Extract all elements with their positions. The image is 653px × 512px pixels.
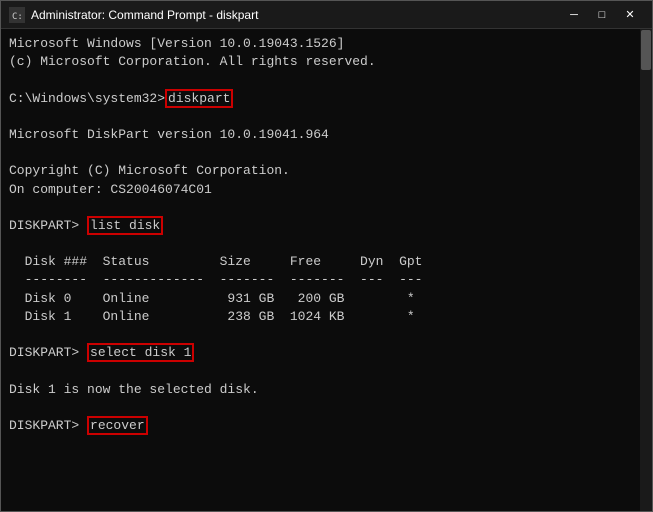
terminal-line [9, 362, 644, 380]
terminal-line: Disk 0 Online 931 GB 200 GB * [9, 290, 644, 308]
cmd-window: C: Administrator: Command Prompt - diskp… [0, 0, 653, 512]
terminal-line: -------- ------------- ------- ------- -… [9, 271, 644, 289]
scrollbar[interactable] [640, 29, 652, 511]
terminal-line: Microsoft Windows [Version 10.0.19043.15… [9, 35, 644, 53]
terminal-line [9, 144, 644, 162]
terminal-line [9, 108, 644, 126]
svg-text:C:: C: [12, 12, 23, 22]
terminal-content: Microsoft Windows [Version 10.0.19043.15… [9, 35, 644, 435]
terminal-line: Disk 1 is now the selected disk. [9, 381, 644, 399]
terminal-line [9, 399, 644, 417]
maximize-button[interactable]: □ [588, 5, 616, 25]
minimize-button[interactable]: ─ [560, 5, 588, 25]
terminal-line: DISKPART> recover [9, 417, 644, 435]
terminal-line: On computer: CS20046074C01 [9, 181, 644, 199]
terminal-line: Microsoft DiskPart version 10.0.19041.96… [9, 126, 644, 144]
terminal-line: (c) Microsoft Corporation. All rights re… [9, 53, 644, 71]
terminal-line: Disk ### Status Size Free Dyn Gpt [9, 253, 644, 271]
highlighted-command: list disk [87, 216, 163, 235]
window-controls: ─ □ ✕ [560, 5, 644, 25]
title-bar: C: Administrator: Command Prompt - diskp… [1, 1, 652, 29]
terminal-line [9, 235, 644, 253]
highlighted-command: recover [87, 416, 148, 435]
terminal-line: DISKPART> list disk [9, 217, 644, 235]
close-button[interactable]: ✕ [616, 5, 644, 25]
scrollbar-thumb[interactable] [641, 30, 651, 70]
terminal-line: Disk 1 Online 238 GB 1024 KB * [9, 308, 644, 326]
terminal-line: DISKPART> select disk 1 [9, 344, 644, 362]
terminal-line [9, 326, 644, 344]
terminal-line [9, 71, 644, 89]
highlighted-command: diskpart [165, 89, 233, 108]
terminal-line: C:\Windows\system32>diskpart [9, 90, 644, 108]
highlighted-command: select disk 1 [87, 343, 194, 362]
terminal-line: Copyright (C) Microsoft Corporation. [9, 162, 644, 180]
title-bar-left: C: Administrator: Command Prompt - diskp… [9, 7, 258, 23]
terminal-line [9, 199, 644, 217]
cmd-icon: C: [9, 7, 25, 23]
window-title: Administrator: Command Prompt - diskpart [31, 8, 258, 22]
terminal-body[interactable]: Microsoft Windows [Version 10.0.19043.15… [1, 29, 652, 511]
